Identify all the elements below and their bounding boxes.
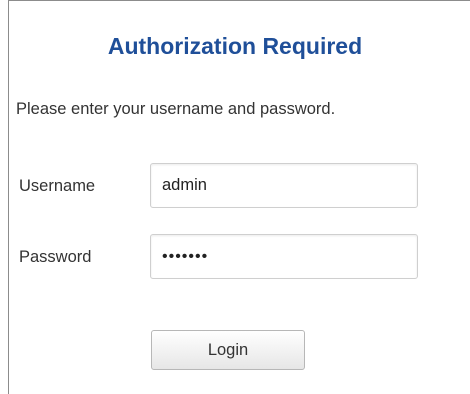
- password-label: Password: [19, 248, 92, 266]
- login-button[interactable]: Login: [151, 330, 305, 370]
- login-prompt-text: Please enter your username and password.: [16, 100, 336, 118]
- page-title: Authorization Required: [107, 33, 363, 59]
- username-label: Username: [19, 177, 96, 195]
- password-input[interactable]: [150, 234, 418, 279]
- username-input[interactable]: [150, 163, 418, 208]
